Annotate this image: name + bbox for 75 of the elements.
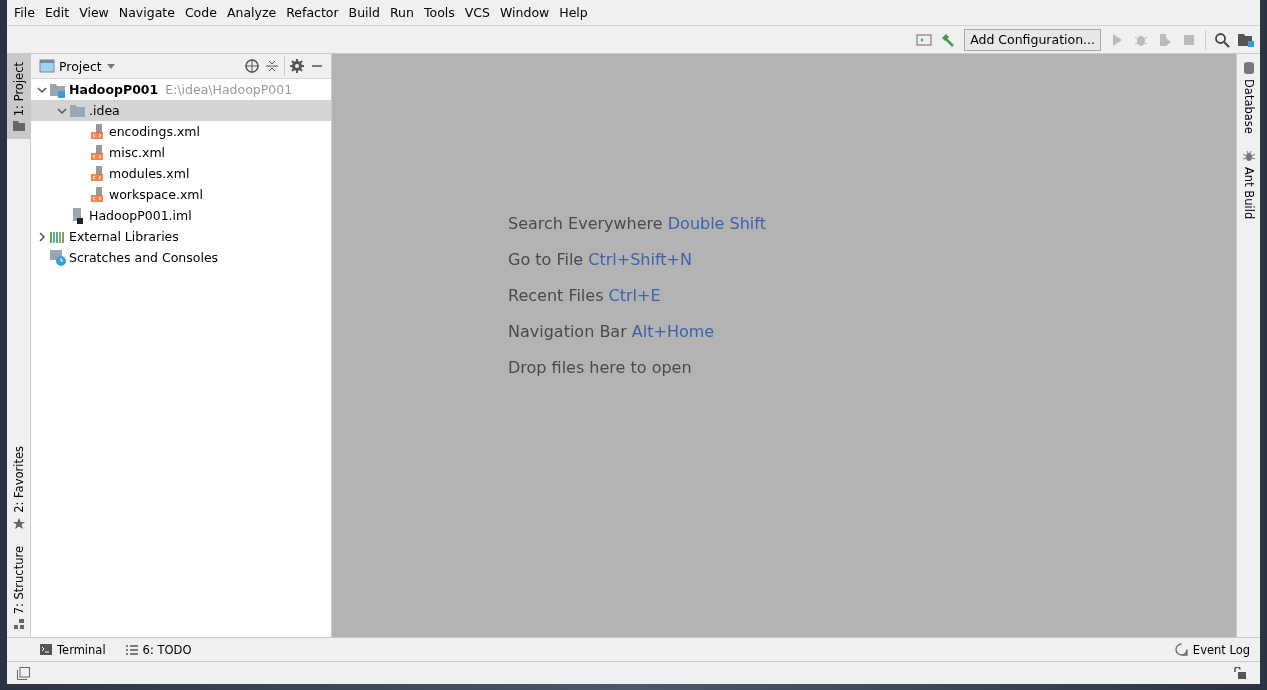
tree-item[interactable]: modules.xml xyxy=(31,163,331,184)
tool-window-tab[interactable]: 7: Structure xyxy=(7,537,30,637)
tree-item-label: modules.xml xyxy=(109,166,190,181)
tree-item[interactable]: External Libraries xyxy=(31,226,331,247)
database-icon xyxy=(1243,62,1254,74)
tree-item-label: HadoopP001.iml xyxy=(89,208,192,223)
terminal-icon xyxy=(40,644,52,655)
tool-window-tab[interactable]: 6: TODO xyxy=(125,642,192,657)
panel-title[interactable]: Project xyxy=(59,58,102,74)
editor-hint: Search Everywhere Double Shift xyxy=(508,214,767,233)
editor-hint: Recent Files Ctrl+E xyxy=(508,286,662,305)
tree-item-label: workspace.xml xyxy=(109,187,203,202)
star-icon xyxy=(12,517,25,530)
menu-item[interactable]: Tools xyxy=(418,5,460,20)
tree-item[interactable]: misc.xml xyxy=(31,142,331,163)
tree-item-label: encodings.xml xyxy=(109,124,200,139)
tool-window-tab[interactable]: Ant Build xyxy=(1237,141,1260,228)
tree-item[interactable]: .idea xyxy=(31,100,331,121)
tool-window-tab[interactable]: 2: Favorites xyxy=(7,437,30,538)
settings-icon[interactable] xyxy=(289,58,305,74)
event-log-tab[interactable]: Event Log xyxy=(1174,642,1250,657)
menu-item[interactable]: Navigate xyxy=(113,5,180,20)
tree-item-label: External Libraries xyxy=(69,229,179,244)
tree-item[interactable]: Scratches and Consoles xyxy=(31,247,331,268)
menu-item[interactable]: Analyze xyxy=(221,5,282,20)
caret-icon[interactable] xyxy=(105,61,116,71)
menu-item[interactable]: Build xyxy=(343,5,385,20)
menu-item[interactable]: VCS xyxy=(459,5,495,20)
xml-file-icon xyxy=(90,123,106,140)
search-icon[interactable] xyxy=(1214,31,1230,48)
menu-item[interactable]: Help xyxy=(554,5,593,20)
window-toggle-icon[interactable] xyxy=(17,666,30,680)
menu-item[interactable]: View xyxy=(74,5,114,20)
folder-icon xyxy=(70,102,86,119)
chevron-right-icon[interactable] xyxy=(37,231,47,242)
tree-item[interactable]: encodings.xml xyxy=(31,121,331,142)
list-icon xyxy=(125,644,138,655)
tool-window-tab[interactable]: 1: Project xyxy=(7,54,30,140)
tree-item-path: E:\idea\HadoopP001 xyxy=(165,82,293,97)
file-icon xyxy=(70,207,86,224)
locate-icon[interactable] xyxy=(244,58,260,74)
xml-file-icon xyxy=(90,144,106,161)
tree-item[interactable]: HadoopP001.iml xyxy=(31,205,331,226)
chevron-down-icon[interactable] xyxy=(57,105,67,116)
tree-item-label: .idea xyxy=(89,103,120,118)
add-configuration-button[interactable]: Add Configuration... xyxy=(964,28,1101,51)
tree-item-label: Scratches and Consoles xyxy=(69,250,219,265)
editor-hint: Navigation Bar Alt+Home xyxy=(508,322,716,341)
tree-item-label: misc.xml xyxy=(109,145,166,160)
scratch-icon xyxy=(50,249,66,266)
chevron-down-icon[interactable] xyxy=(37,84,47,95)
editor-hint: Go to File Ctrl+Shift+N xyxy=(508,250,693,269)
folder-icon xyxy=(12,121,25,132)
tree-item[interactable]: workspace.xml xyxy=(31,184,331,205)
xml-file-icon xyxy=(90,186,106,203)
tool-window-tab[interactable]: Database xyxy=(1237,54,1260,142)
panel-icon[interactable] xyxy=(39,58,55,74)
menu-item[interactable]: File xyxy=(9,5,40,20)
menu-item[interactable]: Code xyxy=(179,5,222,20)
tree-item-label: HadoopP001 xyxy=(69,82,159,97)
editor-hint: Drop files here to open xyxy=(508,358,693,377)
unlock-icon[interactable] xyxy=(1234,667,1246,679)
menu-item[interactable]: Edit xyxy=(39,5,75,20)
module-folder-icon xyxy=(50,81,66,98)
menu-item[interactable]: Run xyxy=(385,5,419,20)
tool-window-tab[interactable]: Terminal xyxy=(40,642,106,657)
structure-icon xyxy=(13,619,24,629)
collapse-icon[interactable] xyxy=(264,58,280,74)
tree-item[interactable]: HadoopP001 E:\idea\HadoopP001 xyxy=(31,79,331,100)
project-structure-icon[interactable] xyxy=(1238,31,1254,48)
xml-file-icon xyxy=(90,165,106,182)
menu-item[interactable]: Refactor xyxy=(281,5,344,20)
menu-item[interactable]: Window xyxy=(495,5,555,20)
speech-bubble-icon xyxy=(1174,643,1188,656)
bug-icon xyxy=(1242,149,1255,162)
